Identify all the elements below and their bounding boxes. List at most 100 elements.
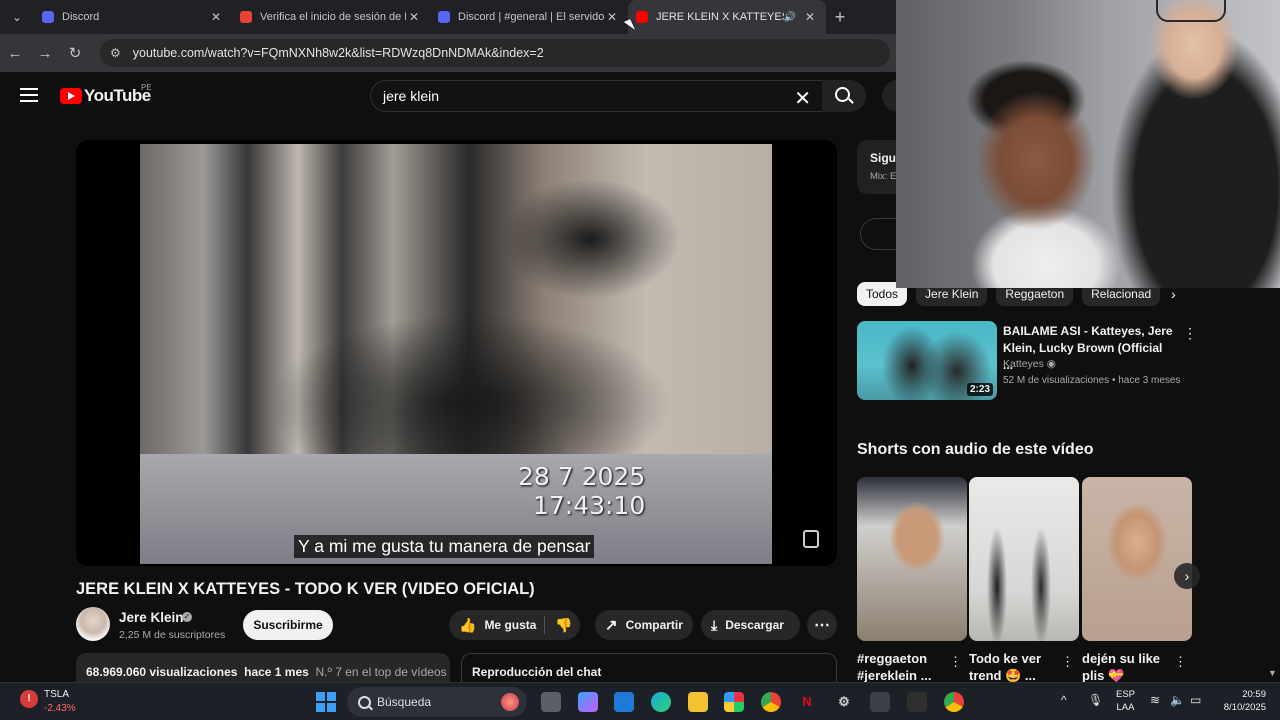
- chrome-icon[interactable]: [761, 692, 781, 712]
- wifi-icon[interactable]: ≋: [1150, 693, 1160, 707]
- layout-line: LAA: [1116, 702, 1135, 713]
- tab-search-icon[interactable]: ⌄: [0, 0, 34, 34]
- close-tab-icon[interactable]: ✕: [208, 10, 224, 24]
- video-frame[interactable]: 28 7 2025 17:43:10: [140, 144, 772, 564]
- tab-title: Discord: [62, 11, 100, 23]
- site-info-icon[interactable]: ⚙: [110, 46, 121, 60]
- short-item[interactable]: Todo ke ver trend 🤩 ... ⋮: [969, 477, 1079, 683]
- short-caption[interactable]: Todo ke ver trend 🤩 ...: [969, 650, 1057, 684]
- video-duration: 2:23: [966, 383, 993, 396]
- recommended-video[interactable]: 2:23 BAILAME ASI - Katteyes, Jere Klein,…: [857, 321, 1197, 401]
- download-button[interactable]: ⤓ Descargar: [701, 610, 800, 640]
- copilot-icon[interactable]: [578, 692, 598, 712]
- subscribe-button[interactable]: Suscribirme: [243, 610, 333, 640]
- chevron-up-icon[interactable]: ^: [1061, 693, 1067, 707]
- tab-title: Discord | #general | El servidor: [458, 11, 604, 23]
- short-thumbnail[interactable]: [857, 477, 967, 641]
- more-actions-button[interactable]: ⋯: [807, 610, 837, 640]
- tab-discord[interactable]: Discord ✕: [34, 0, 232, 34]
- browser-toolbar: ← → ↻ ⚙ youtube.com/watch?v=FQmNXNh8w2k&…: [0, 34, 896, 72]
- stock-alert-icon: !: [20, 690, 38, 708]
- file-explorer-icon[interactable]: [688, 692, 708, 712]
- new-tab-button[interactable]: +: [826, 7, 854, 28]
- avatar[interactable]: [76, 607, 110, 641]
- search-input[interactable]: jere klein ✕: [370, 80, 824, 112]
- stock-change: -2.43%: [44, 703, 76, 714]
- slack-icon[interactable]: [724, 692, 744, 712]
- webcam-scene: [1156, 0, 1226, 22]
- recommended-views: 52 M de visualizaciones: [1003, 375, 1110, 386]
- view-count: 68.969.060 visualizaciones: [86, 665, 238, 679]
- channel-label: Katteyes: [1003, 358, 1044, 370]
- microphone-icon[interactable]: 🎙: [1088, 693, 1103, 707]
- close-tab-icon[interactable]: ✕: [604, 10, 620, 24]
- short-caption[interactable]: dején su like plis 💝: [1082, 650, 1170, 684]
- tab-youtube[interactable]: JERE KLEIN X KATTEYES - TO 🔊 ✕: [628, 0, 826, 34]
- chrome-profile-icon[interactable]: [944, 692, 964, 712]
- more-vert-icon[interactable]: ⋮: [1174, 654, 1187, 670]
- channel-watermark-icon[interactable]: [803, 530, 819, 548]
- task-view-icon[interactable]: [541, 692, 561, 712]
- battery-icon[interactable]: ▭: [1190, 693, 1201, 707]
- tab-gmail[interactable]: Verifica el inicio de sesión de D ✕: [232, 0, 430, 34]
- app-icon[interactable]: [907, 692, 927, 712]
- search-button[interactable]: [822, 80, 866, 112]
- channel-name[interactable]: Jere Klein: [119, 610, 184, 625]
- close-icon[interactable]: ✕: [794, 86, 811, 111]
- video-caption: Y a mi me gusta tu manera de pensar: [294, 535, 595, 558]
- video-thumbnail[interactable]: 2:23: [857, 321, 997, 400]
- recommended-channel[interactable]: Katteyes ◉: [1003, 358, 1056, 370]
- recommended-age: hace 3 meses: [1118, 375, 1181, 386]
- short-caption[interactable]: #reggaeton #jereklein ...: [857, 650, 945, 684]
- volume-icon[interactable]: 🔈: [1170, 693, 1185, 707]
- chevron-right-icon[interactable]: ›: [1174, 563, 1200, 589]
- more-vert-icon[interactable]: ⋮: [949, 654, 962, 670]
- shorts-heading: Shorts con audio de este vídeo: [857, 441, 1094, 458]
- more-vert-icon[interactable]: ⋮: [1061, 654, 1074, 670]
- thumbs-down-icon[interactable]: 👎: [555, 617, 572, 634]
- stock-widget[interactable]: ! TSLA -2.43%: [20, 688, 100, 716]
- netflix-icon[interactable]: N: [797, 692, 817, 712]
- chat-replay-header[interactable]: Reproducción del chat: [461, 653, 837, 683]
- back-icon[interactable]: ←: [0, 45, 30, 62]
- clock-time: 20:59: [1242, 689, 1266, 700]
- scroll-down-arrow-icon[interactable]: ▼: [1268, 668, 1277, 678]
- app-icon[interactable]: [870, 692, 890, 712]
- settings-icon[interactable]: ⚙: [834, 692, 854, 712]
- language-indicator[interactable]: ESP LAA: [1116, 688, 1135, 714]
- taskbar-search[interactable]: Búsqueda: [347, 687, 527, 717]
- edge-icon[interactable]: [651, 692, 671, 712]
- description-box[interactable]: 68.969.060 visualizaciones hace 1 mes N.…: [76, 653, 450, 683]
- windows-start-icon[interactable]: [316, 692, 336, 712]
- hamburger-icon[interactable]: [20, 88, 38, 102]
- youtube-logo[interactable]: YouTube PE: [60, 83, 152, 106]
- short-thumbnail[interactable]: [1082, 477, 1192, 641]
- more-vert-icon[interactable]: ⋮: [1183, 325, 1197, 342]
- video-timestamp-overlay: 28 7 2025 17:43:10: [518, 462, 645, 520]
- close-tab-icon[interactable]: ✕: [406, 10, 422, 24]
- timestamp-date: 28 7 2025: [518, 462, 646, 491]
- short-item[interactable]: #reggaeton #jereklein ... ⋮: [857, 477, 967, 683]
- address-bar[interactable]: ⚙ youtube.com/watch?v=FQmNXNh8w2k&list=R…: [100, 39, 890, 67]
- share-icon: ↗: [605, 617, 618, 634]
- stock-symbol: TSLA: [44, 689, 70, 700]
- download-icon: ⤓: [711, 616, 718, 633]
- youtube-header: YouTube PE jere klein ✕: [0, 72, 914, 120]
- mail-icon[interactable]: [614, 692, 634, 712]
- verified-icon: ◉: [1046, 358, 1056, 370]
- short-thumbnail[interactable]: [969, 477, 1079, 641]
- clock[interactable]: 20:59 8/10/2025: [1214, 688, 1266, 714]
- youtube-play-icon: [60, 88, 82, 104]
- url-text: youtube.com/watch?v=FQmNXNh8w2k&list=RDW…: [132, 46, 544, 60]
- close-tab-icon[interactable]: ✕: [802, 10, 818, 24]
- tab-discord-general[interactable]: Discord | #general | El servidor ✕: [430, 0, 628, 34]
- thumbs-up-icon[interactable]: 👍: [459, 617, 476, 634]
- search-highlight-icon: [501, 693, 519, 711]
- video-player[interactable]: 28 7 2025 17:43:10 Y a mi me gusta tu ma…: [76, 140, 837, 566]
- speaker-icon[interactable]: 🔊: [784, 12, 796, 23]
- chevron-right-icon[interactable]: ›: [1171, 286, 1176, 302]
- forward-icon[interactable]: →: [30, 45, 60, 62]
- share-button[interactable]: ↗ Compartir: [595, 610, 693, 640]
- reload-icon[interactable]: ↻: [60, 44, 90, 62]
- like-button[interactable]: Me gusta: [484, 618, 536, 632]
